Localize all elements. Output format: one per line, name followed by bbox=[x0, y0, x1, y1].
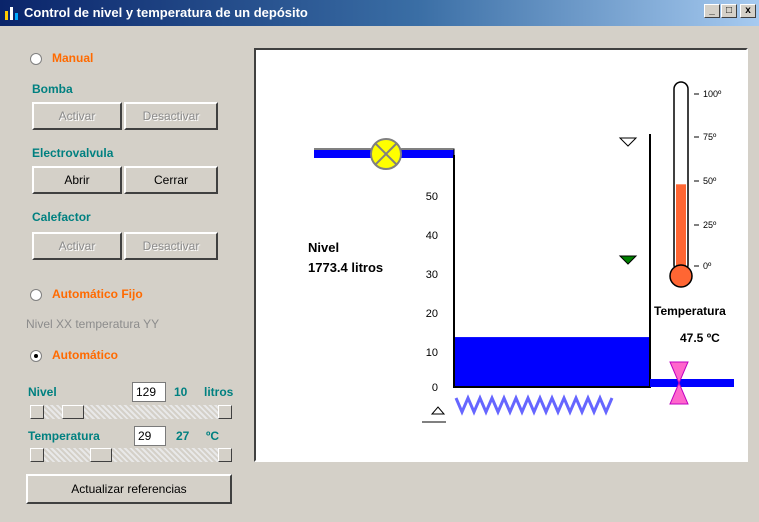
temperatura-label: Temperatura bbox=[28, 429, 100, 443]
app-icon bbox=[5, 7, 18, 20]
heater-icon bbox=[454, 394, 614, 416]
scale-tick: 50 bbox=[426, 191, 438, 203]
upper-setpoint-marker bbox=[618, 137, 638, 147]
close-button[interactable]: x bbox=[740, 4, 756, 18]
electrovalvula-abrir-button[interactable]: Abrir bbox=[32, 166, 122, 194]
automatico-fijo-info: Nivel XX temperatura YY bbox=[26, 317, 160, 331]
maximize-button[interactable]: □ bbox=[721, 4, 737, 18]
thermo-tick: 100º bbox=[703, 89, 722, 99]
display-temperatura-label: Temperatura bbox=[654, 304, 726, 318]
nivel-value: 10 bbox=[174, 385, 188, 399]
display-nivel-label: Nivel bbox=[308, 240, 339, 255]
title-bar: Control de nivel y temperatura de un dep… bbox=[0, 0, 759, 26]
temperatura-slider-thumb[interactable] bbox=[89, 448, 112, 462]
bomba-activar-button[interactable]: Activar bbox=[32, 102, 122, 130]
calefactor-activar-button[interactable]: Activar bbox=[32, 232, 122, 260]
automatico-radio[interactable] bbox=[30, 350, 42, 362]
temperatura-slider[interactable] bbox=[30, 448, 232, 462]
temperatura-slider-right-arrow[interactable] bbox=[218, 448, 232, 462]
tank bbox=[453, 134, 651, 388]
manual-label: Manual bbox=[52, 51, 94, 65]
automatico-label: Automático bbox=[52, 348, 118, 362]
lower-limit-marker bbox=[430, 406, 446, 415]
nivel-unit: litros bbox=[204, 385, 234, 399]
manual-radio[interactable] bbox=[30, 53, 42, 65]
temperatura-unit: ºC bbox=[206, 429, 220, 443]
thermometer-icon bbox=[669, 81, 699, 288]
process-display: 50 40 30 20 10 0 Nivel 1773.4 litros 100… bbox=[254, 48, 748, 462]
temperatura-input[interactable]: 29 bbox=[134, 426, 166, 446]
scale-tick: 20 bbox=[426, 308, 438, 320]
bomba-desactivar-button[interactable]: Desactivar bbox=[124, 102, 218, 130]
display-temperatura-value: 47.5 ºC bbox=[680, 331, 720, 345]
scale-tick: 40 bbox=[426, 230, 438, 242]
thermo-tick: 75º bbox=[703, 132, 717, 142]
thermo-tick: 50º bbox=[703, 176, 717, 186]
thermo-tick: 0º bbox=[703, 261, 712, 271]
calefactor-desactivar-button[interactable]: Desactivar bbox=[124, 232, 218, 260]
inlet-valve-icon bbox=[370, 138, 402, 170]
tank-water bbox=[454, 337, 650, 387]
nivel-slider[interactable] bbox=[30, 405, 232, 419]
scale-tick: 30 bbox=[426, 269, 438, 281]
nivel-slider-right-arrow[interactable] bbox=[218, 405, 232, 419]
level-scale: 50 40 30 20 10 0 bbox=[426, 191, 438, 394]
scale-tick: 10 bbox=[426, 347, 438, 359]
level-setpoint-marker bbox=[618, 255, 638, 265]
automatico-fijo-radio[interactable] bbox=[30, 289, 42, 301]
temperatura-slider-left-arrow[interactable] bbox=[30, 448, 44, 462]
electrovalvula-cerrar-button[interactable]: Cerrar bbox=[124, 166, 218, 194]
scale-tick: 0 bbox=[432, 382, 438, 394]
electrovalvula-label: Electrovalvula bbox=[32, 146, 114, 160]
actualizar-referencias-button[interactable]: Actualizar referencias bbox=[26, 474, 232, 504]
nivel-slider-thumb[interactable] bbox=[62, 405, 85, 419]
automatico-fijo-label: Automático Fijo bbox=[52, 287, 143, 301]
thermo-tick: 25º bbox=[703, 220, 717, 230]
window-title: Control de nivel y temperatura de un dep… bbox=[24, 5, 308, 20]
bomba-label: Bomba bbox=[32, 82, 73, 96]
nivel-input[interactable]: 129 bbox=[132, 382, 166, 402]
minimize-button[interactable]: _ bbox=[704, 4, 720, 18]
outlet-pipe bbox=[650, 379, 734, 387]
calefactor-label: Calefactor bbox=[32, 210, 91, 224]
display-nivel-value: 1773.4 litros bbox=[308, 260, 383, 275]
nivel-slider-left-arrow[interactable] bbox=[30, 405, 44, 419]
nivel-label: Nivel bbox=[28, 385, 57, 399]
temperatura-value: 27 bbox=[176, 429, 190, 443]
process-diagram: 50 40 30 20 10 0 Nivel 1773.4 litros 100… bbox=[308, 81, 734, 423]
